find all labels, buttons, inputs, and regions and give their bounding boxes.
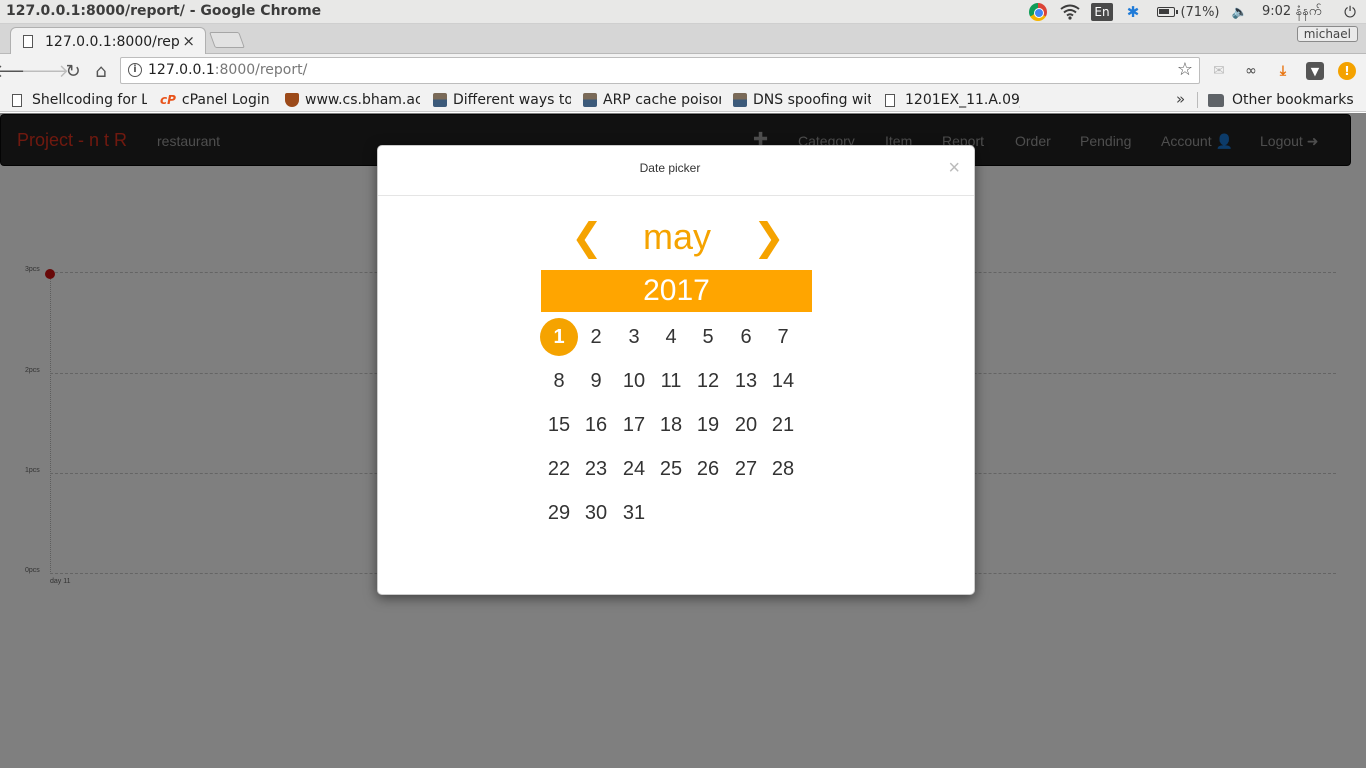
calendar-day[interactable]: 27 xyxy=(727,450,765,488)
info-icon[interactable]: i xyxy=(128,63,142,77)
calendar-day[interactable]: 9 xyxy=(577,362,615,400)
bookmarks-overflow-icon[interactable]: » xyxy=(1176,90,1185,108)
bookmark-arp-cache[interactable]: ARP cache poisoning xyxy=(583,90,721,110)
home-icon[interactable]: ⌂ xyxy=(90,60,112,82)
bookmarks-divider xyxy=(1197,92,1198,108)
warning-icon[interactable]: ! xyxy=(1338,62,1356,80)
address-bar[interactable]: i 127.0.0.1:8000/report/ ☆ xyxy=(120,57,1200,84)
window-title: 127.0.0.1:8000/report/ - Google Chrome xyxy=(6,3,322,19)
browser-tab[interactable]: 127.0.0.1:8000/report/ × xyxy=(10,27,206,55)
calendar-day[interactable]: 10 xyxy=(615,362,653,400)
calendar-day[interactable]: 30 xyxy=(577,494,615,532)
calendar-day[interactable]: 12 xyxy=(689,362,727,400)
folder-icon xyxy=(1208,93,1224,107)
tab-title: 127.0.0.1:8000/report/ xyxy=(45,34,179,50)
calendar-day[interactable]: 5 xyxy=(689,318,727,356)
calendar-day[interactable]: 6 xyxy=(727,318,765,356)
prev-month-icon[interactable]: ❮ xyxy=(571,214,603,260)
calendar-day[interactable]: 2 xyxy=(577,318,615,356)
calendar-day[interactable]: 19 xyxy=(689,406,727,444)
wifi-icon[interactable] xyxy=(1059,2,1081,22)
new-tab-button[interactable] xyxy=(209,32,245,48)
avatar-icon xyxy=(433,93,447,107)
forward-icon[interactable]: 🡒 xyxy=(21,60,69,82)
bookmark-dns-spoofing[interactable]: DNS spoofing with xyxy=(733,90,871,110)
calendar-day[interactable]: 21 xyxy=(764,406,802,444)
bluetooth-icon[interactable]: ✱ xyxy=(1124,2,1142,22)
month-selector: may ❮ ❯ xyxy=(541,214,813,260)
bookmark-star-icon[interactable]: ☆ xyxy=(1177,59,1193,80)
calendar-day[interactable]: 8 xyxy=(540,362,578,400)
calendar-day[interactable]: 25 xyxy=(652,450,690,488)
calendar-day[interactable]: 31 xyxy=(615,494,653,532)
page-icon xyxy=(885,93,895,107)
tab-strip: 127.0.0.1:8000/report/ × michael xyxy=(0,24,1366,55)
calendar-day[interactable]: 24 xyxy=(615,450,653,488)
calendar-day[interactable]: 11 xyxy=(652,362,690,400)
calendar-day[interactable]: 7 xyxy=(764,318,802,356)
calendar-day[interactable]: 18 xyxy=(652,406,690,444)
bookmark-1201ex[interactable]: 1201EX_11.A.09_ xyxy=(885,90,1020,110)
calendar-day[interactable]: 14 xyxy=(764,362,802,400)
calendar-day[interactable]: 28 xyxy=(764,450,802,488)
tab-close-icon[interactable]: × xyxy=(182,32,195,50)
calendar-day[interactable]: 17 xyxy=(615,406,653,444)
pocket-extension-icon[interactable]: ▼ xyxy=(1306,62,1324,80)
calendar-day[interactable]: 3 xyxy=(615,318,653,356)
bookmark-different-ways[interactable]: Different ways to xyxy=(433,90,571,110)
shield-icon xyxy=(285,93,299,107)
calendar-day[interactable]: 22 xyxy=(540,450,578,488)
date-picker-modal: Date picker × may ❮ ❯ 2017 1 2 3 4 5 6 7 8 9 10 11… xyxy=(377,145,975,595)
mail-extension-icon[interactable]: ✉ xyxy=(1210,62,1228,80)
page-icon xyxy=(23,35,33,48)
calendar-day[interactable]: 20 xyxy=(727,406,765,444)
next-month-icon[interactable]: ❯ xyxy=(753,214,785,260)
calendar-day[interactable]: 15 xyxy=(540,406,578,444)
download-icon[interactable]: ⤓ xyxy=(1274,62,1292,80)
bookmark-cs-bham[interactable]: www.cs.bham.ac.uk xyxy=(285,90,420,110)
modal-header: Date picker × xyxy=(378,146,974,196)
calendar-day[interactable]: 1 xyxy=(540,318,578,356)
reload-icon[interactable]: ↻ xyxy=(62,60,84,82)
bookmark-cpanel[interactable]: cP cPanel Login xyxy=(160,90,275,110)
bookmark-shellcoding[interactable]: Shellcoding for Linux xyxy=(12,90,147,110)
power-icon[interactable]: ⏻ xyxy=(1340,2,1360,22)
avatar-icon xyxy=(583,93,597,107)
page-content: Project - n t R restaurant ✚ Category It… xyxy=(0,113,1366,768)
calendar-day[interactable]: 23 xyxy=(577,450,615,488)
calendar-day[interactable]: 29 xyxy=(540,494,578,532)
bookmarks-bar: Shellcoding for Linux cPcPanel Login www… xyxy=(0,88,1366,112)
calendar-day[interactable]: 16 xyxy=(577,406,615,444)
calendar-day[interactable]: 4 xyxy=(652,318,690,356)
keyboard-layout-indicator[interactable]: En xyxy=(1091,2,1113,22)
gesture-extension-icon[interactable]: ∞ xyxy=(1242,62,1260,80)
clock[interactable]: 9:02 နံနက် xyxy=(1262,2,1334,22)
battery-icon[interactable] xyxy=(1154,2,1178,22)
calendar-day[interactable]: 13 xyxy=(727,362,765,400)
other-bookmarks[interactable]: Other bookmarks xyxy=(1208,90,1358,110)
volume-icon[interactable]: 🔈 xyxy=(1228,2,1252,22)
os-top-bar: 127.0.0.1:8000/report/ - Google Chrome E… xyxy=(0,0,1366,24)
modal-title: Date picker xyxy=(639,161,701,175)
close-icon[interactable]: × xyxy=(948,158,960,178)
page-icon xyxy=(12,93,22,107)
battery-percent: (71%) xyxy=(1180,4,1220,20)
avatar-icon xyxy=(733,93,747,107)
browser-toolbar: 🡐 🡒 ↻ ⌂ i 127.0.0.1:8000/report/ ☆ ✉ ∞ ⤓… xyxy=(0,54,1366,88)
chrome-icon[interactable] xyxy=(1028,2,1048,22)
year-label[interactable]: 2017 xyxy=(541,270,812,312)
profile-button[interactable]: michael xyxy=(1296,26,1358,42)
calendar-day[interactable]: 26 xyxy=(689,450,727,488)
url-text[interactable]: 127.0.0.1:8000/report/ xyxy=(148,62,307,78)
cpanel-icon: cP xyxy=(160,93,176,107)
